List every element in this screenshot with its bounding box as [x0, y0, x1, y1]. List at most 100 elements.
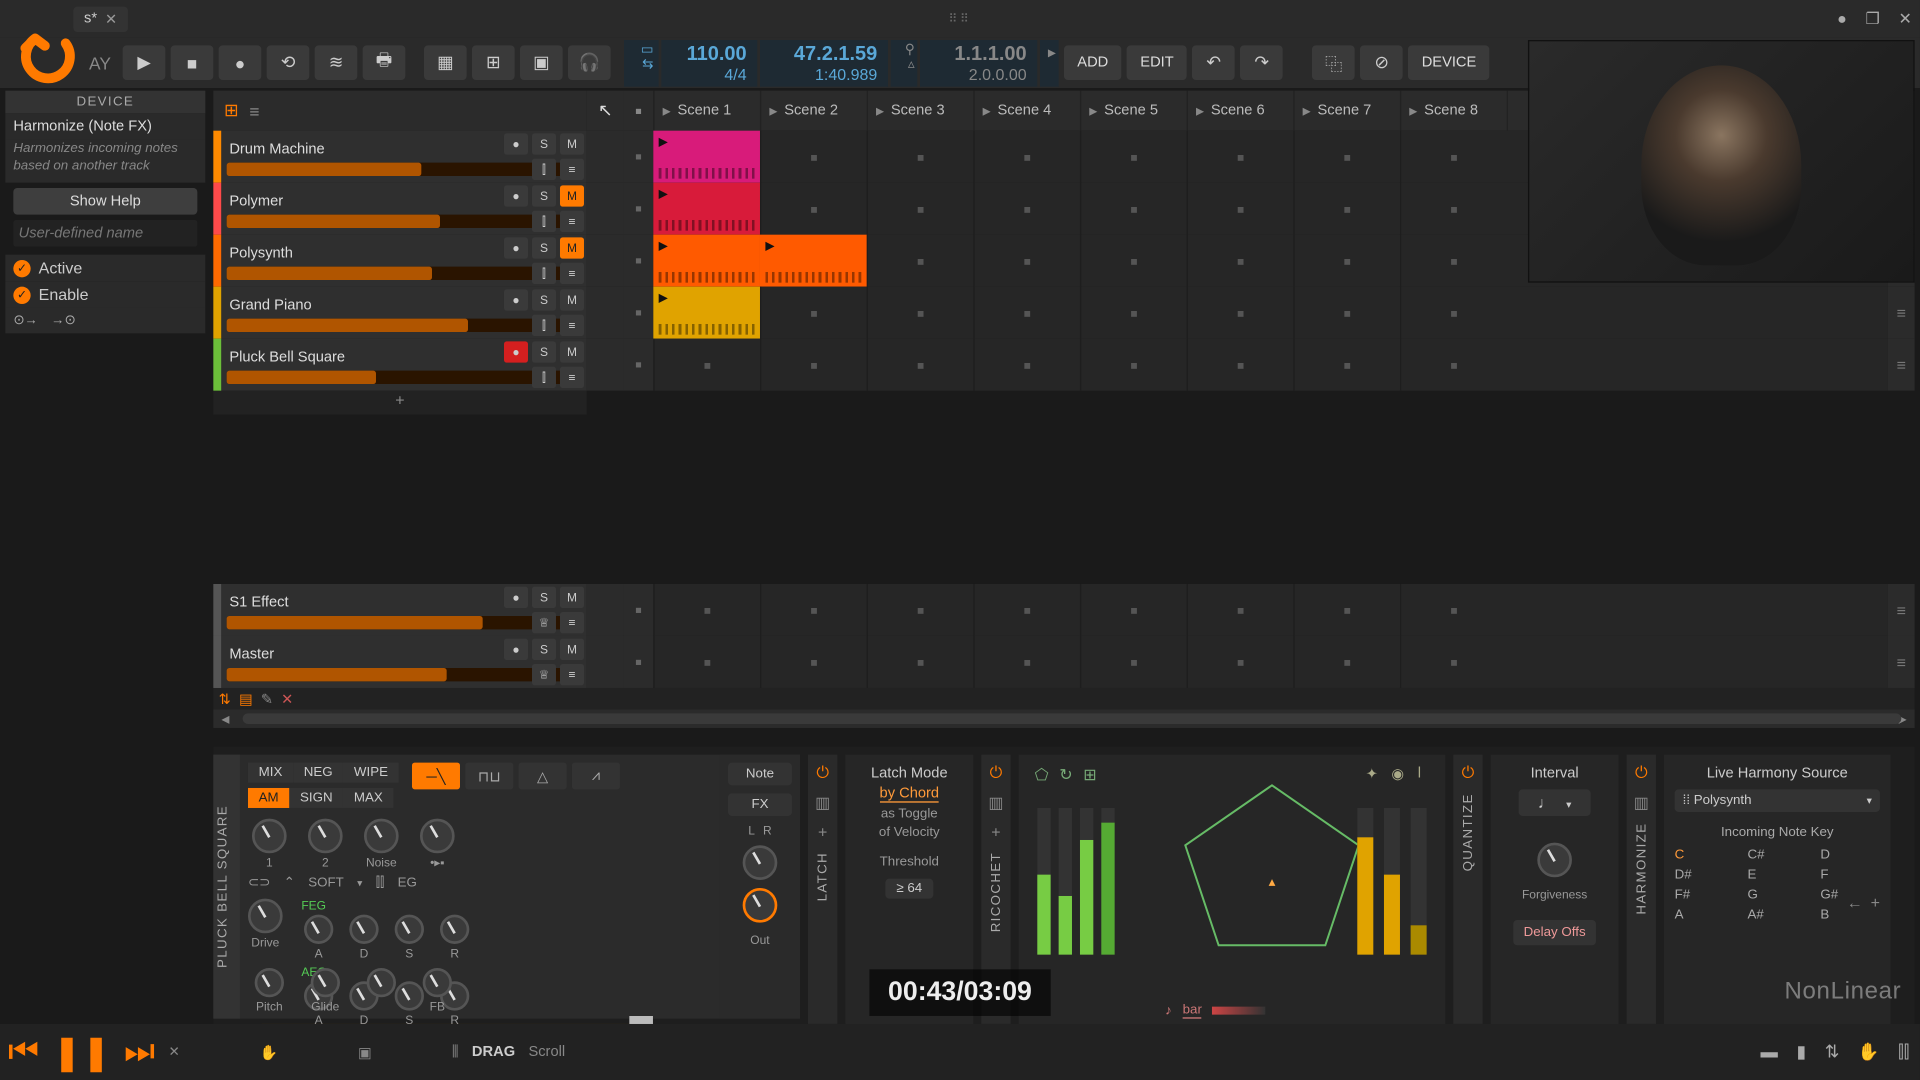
harmony-source-select[interactable]: ⁞⁞ Polysynth▾	[1675, 789, 1880, 812]
layers-icon[interactable]: ≋	[315, 45, 358, 80]
track-stop[interactable]: ■	[624, 235, 653, 287]
empty-clip-slot[interactable]: ■	[1080, 287, 1187, 339]
menu-icon[interactable]: ≡	[560, 263, 584, 284]
empty-clip-slot[interactable]: ■	[653, 584, 760, 636]
env-knob[interactable]	[304, 915, 333, 944]
empty-clip-slot[interactable]: ■	[653, 636, 760, 688]
copy-icon[interactable]: ⿻	[1312, 45, 1355, 80]
ricochet-shape[interactable]: ▴	[1179, 779, 1366, 952]
add-icon[interactable]: +	[991, 823, 1000, 842]
hand-icon[interactable]: ✋	[1858, 1041, 1880, 1062]
empty-clip-slot[interactable]: ■	[867, 636, 974, 688]
tab-edit-icon[interactable]: ✎	[261, 690, 273, 707]
mute-button[interactable]: M	[560, 237, 584, 258]
empty-clip-slot[interactable]: ■	[1293, 636, 1400, 688]
env-knob[interactable]	[440, 915, 469, 944]
sliders-icon[interactable]: ⇅	[1825, 1041, 1840, 1062]
list-view-icon[interactable]: ≡	[249, 101, 259, 121]
empty-clip-slot[interactable]: ■	[760, 131, 867, 183]
tab-close-icon[interactable]: ✕	[281, 690, 293, 707]
interval-select[interactable]: ♩ ▾	[1519, 789, 1590, 816]
position-display[interactable]: 47.2.1.59 1:40.989	[760, 39, 888, 86]
empty-clip-slot[interactable]: ■	[1400, 339, 1507, 391]
wave-noise-icon[interactable]: ⩘	[572, 763, 620, 790]
scene-launcher[interactable]: ▶Scene 6	[1187, 91, 1294, 131]
horizontal-scrollbar[interactable]: ◂ ▸	[213, 709, 1914, 728]
empty-clip-slot[interactable]: ■	[1293, 183, 1400, 235]
target-icon[interactable]: ◉	[1391, 765, 1404, 782]
synth-knob[interactable]	[311, 968, 340, 997]
synth-knob[interactable]	[420, 819, 455, 854]
note-key[interactable]: A#	[1747, 908, 1807, 923]
track-stop[interactable]: ■	[624, 183, 653, 235]
clip[interactable]: ▶	[653, 183, 760, 235]
scene-launcher[interactable]: ▶Scene 2	[760, 91, 867, 131]
mute-button[interactable]: M	[560, 133, 584, 154]
tempo-display[interactable]: 110.00 4/4	[661, 39, 757, 86]
hand-tool-icon[interactable]: ✋	[260, 1043, 278, 1060]
grid-icon[interactable]: ⊞	[1083, 765, 1096, 784]
menu-icon[interactable]: ≡	[560, 367, 584, 388]
empty-clip-slot[interactable]: ■	[1080, 235, 1187, 287]
restore-icon[interactable]: ❐	[1866, 9, 1880, 28]
wave-tri-icon[interactable]: △	[519, 763, 567, 790]
wave-square-icon[interactable]: ⊓⊔	[465, 763, 513, 790]
empty-clip-slot[interactable]: ■	[867, 287, 974, 339]
empty-clip-slot[interactable]: ■	[1080, 584, 1187, 636]
undo-arrow-icon[interactable]	[11, 21, 84, 94]
track-header[interactable]: Polymer●SM⫿≡	[221, 183, 586, 235]
grid-view-icon[interactable]: ⊞	[224, 100, 239, 121]
drive-knob[interactable]	[248, 899, 283, 934]
scene-launcher[interactable]: ▶Scene 1	[653, 91, 760, 131]
empty-clip-slot[interactable]: ■	[760, 636, 867, 688]
track-stop[interactable]: ■	[624, 287, 653, 339]
osc-mode-neg[interactable]: NEG	[293, 763, 343, 783]
device-name-input[interactable]: User-defined name	[13, 220, 197, 247]
empty-clip-slot[interactable]: ■	[1400, 584, 1507, 636]
empty-clip-slot[interactable]: ■	[1293, 287, 1400, 339]
empty-clip-slot[interactable]: ■	[1187, 183, 1294, 235]
track-stop[interactable]: ■	[624, 131, 653, 183]
tab-mix-icon[interactable]: ▤	[239, 690, 253, 707]
automation-write-icon[interactable]: ⟲	[267, 45, 310, 80]
wave-saw-icon[interactable]: ─╲	[412, 763, 460, 790]
prev-track-button[interactable]: ⏮	[8, 1031, 39, 1074]
folder-icon[interactable]: ▬	[1761, 1041, 1778, 1062]
clip[interactable]: ▶	[653, 131, 760, 183]
eg-icon[interactable]: EG	[398, 876, 417, 891]
add-icon[interactable]: +	[818, 823, 827, 842]
note-key[interactable]: F#	[1675, 888, 1735, 903]
meter-icon[interactable]: ⫿	[532, 315, 556, 336]
mute-button[interactable]: M	[560, 289, 584, 310]
effect-track-header[interactable]: S1 Effect●SM♕≡	[221, 584, 586, 636]
record-arm[interactable]: ●	[504, 289, 528, 310]
tune-icon[interactable]: ⫿⫿	[376, 876, 385, 891]
folder-icon[interactable]: ▥	[1634, 793, 1649, 812]
scene-launcher[interactable]: ▶Scene 7	[1293, 91, 1400, 131]
record-dot-icon[interactable]: ●	[1837, 9, 1847, 28]
empty-clip-slot[interactable]: ■	[1400, 131, 1507, 183]
solo-button[interactable]: S	[532, 237, 556, 258]
clip-box-icon[interactable]: ▣	[520, 45, 563, 80]
device-routing[interactable]: ⊙→ →⊙	[5, 308, 205, 333]
loop-display[interactable]: 1.1.1.00 2.0.0.00	[920, 39, 1037, 86]
tab-device-icon[interactable]: ⇅	[219, 690, 231, 707]
clip[interactable]: ▶	[760, 235, 867, 287]
empty-clip-slot[interactable]: ■	[973, 339, 1080, 391]
stop-button[interactable]: ■	[171, 45, 214, 80]
folder-icon[interactable]: ▥	[815, 793, 830, 812]
menu-icon[interactable]: ≡	[560, 159, 584, 180]
synth-knob[interactable]	[423, 968, 452, 997]
synth-knob[interactable]	[308, 819, 343, 854]
empty-clip-slot[interactable]: ■	[1293, 235, 1400, 287]
track-stop[interactable]: ■	[624, 339, 653, 391]
synth-knob[interactable]	[367, 968, 396, 997]
mute-button[interactable]: M	[560, 341, 584, 362]
track-header[interactable]: Drum Machine●SM⫿≡	[221, 131, 586, 183]
delay-offs-button[interactable]: Delay Offs	[1513, 920, 1596, 945]
meter-icon[interactable]: ⫿	[532, 159, 556, 180]
fx-tab[interactable]: FX	[728, 793, 792, 816]
global-stop[interactable]: ■	[624, 91, 653, 131]
osc-mode-wipe[interactable]: WIPE	[343, 763, 398, 783]
add-track-button[interactable]: +	[213, 391, 586, 415]
